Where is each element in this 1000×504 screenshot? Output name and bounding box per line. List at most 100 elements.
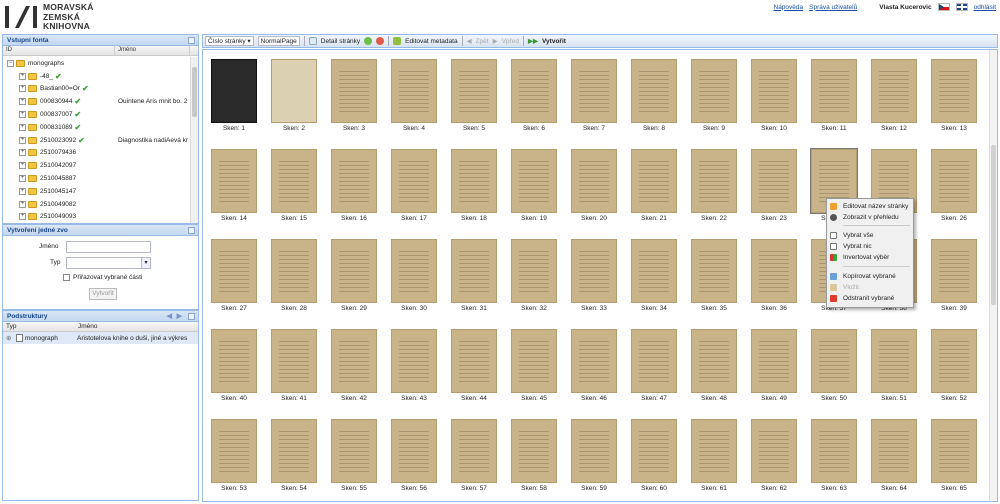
menu-item-select-all[interactable]: Vybrat vše xyxy=(827,230,913,241)
name-input[interactable] xyxy=(66,241,151,253)
scan-thumbnail[interactable] xyxy=(331,149,377,213)
tree-row[interactable]: +000831089 ✔ xyxy=(3,121,188,134)
forward-arrow-icon[interactable]: ▶ xyxy=(493,37,498,45)
tree-row[interactable]: +2510045147 xyxy=(3,185,188,198)
scan-thumbnail[interactable] xyxy=(451,419,497,483)
scan-thumbnail[interactable] xyxy=(451,239,497,303)
create-button[interactable]: Vytvořit xyxy=(542,38,566,45)
tree-row[interactable]: +2510049093 xyxy=(3,211,188,223)
scan-thumbnail[interactable] xyxy=(391,239,437,303)
scan-thumbnail[interactable] xyxy=(511,239,557,303)
create-arrows-icon[interactable]: ▶▶ xyxy=(528,37,538,45)
scan-thumbnail[interactable] xyxy=(391,59,437,123)
scan-thumbnail[interactable] xyxy=(391,149,437,213)
tree-row[interactable]: − monographs xyxy=(3,57,188,70)
scan-thumbnail[interactable] xyxy=(691,59,737,123)
scan-thumbnail[interactable] xyxy=(271,329,317,393)
refresh-icon[interactable] xyxy=(188,37,195,44)
menu-item-edit-page-name[interactable]: Editovat název stránky xyxy=(827,201,913,212)
scan-thumbnail[interactable] xyxy=(511,329,557,393)
edit-metadata-icon[interactable] xyxy=(393,37,402,45)
scan-thumbnail[interactable] xyxy=(451,149,497,213)
tree-row[interactable]: + -48_ ✔ xyxy=(3,70,188,83)
scan-thumbnail[interactable] xyxy=(511,149,557,213)
scan-thumbnail[interactable] xyxy=(931,419,977,483)
back-arrow-icon[interactable]: ◀ xyxy=(467,37,472,45)
chevron-down-icon[interactable]: ▾ xyxy=(141,258,150,268)
edit-metadata-button[interactable]: Editovat metadata xyxy=(405,38,457,45)
menu-item-select-none[interactable]: Vybrat nic xyxy=(827,241,913,252)
scan-thumbnail[interactable] xyxy=(571,329,617,393)
scan-thumbnail[interactable] xyxy=(571,239,617,303)
expand-icon[interactable]: + xyxy=(19,123,26,131)
magnifier-icon[interactable] xyxy=(308,37,317,45)
scan-thumbnail[interactable] xyxy=(451,59,497,123)
scan-thumbnail[interactable] xyxy=(691,419,737,483)
tree-row[interactable]: +2510023092 ✔ Diagnostika nadiAevá kr xyxy=(3,134,188,147)
expand-icon[interactable]: + xyxy=(19,200,26,208)
expand-icon[interactable]: + xyxy=(19,162,26,170)
scan-thumbnail[interactable] xyxy=(571,419,617,483)
back-button[interactable]: Zpět xyxy=(476,38,489,45)
czech-flag-icon[interactable] xyxy=(937,3,950,11)
expand-icon[interactable]: + xyxy=(19,175,26,183)
expand-icon[interactable]: + xyxy=(19,149,26,157)
menu-item-show-preview[interactable]: Zobrazit v přehledu xyxy=(827,212,913,223)
scan-thumbnail[interactable] xyxy=(331,59,377,123)
scan-thumbnail[interactable] xyxy=(751,419,797,483)
expand-icon[interactable]: + xyxy=(19,98,26,106)
scan-thumbnail[interactable] xyxy=(751,329,797,393)
scan-thumbnail[interactable] xyxy=(331,419,377,483)
scan-thumbnail[interactable] xyxy=(331,329,377,393)
collapse-icon[interactable]: − xyxy=(7,59,14,67)
scan-thumbnail[interactable] xyxy=(871,329,917,393)
expand-icon[interactable]: + xyxy=(19,111,26,119)
scan-thumbnail[interactable] xyxy=(811,419,857,483)
forward-button[interactable]: Vpřed xyxy=(502,38,519,45)
tree-row[interactable]: + Bastian00=Or ✔ xyxy=(3,83,188,96)
scan-thumbnail[interactable] xyxy=(571,149,617,213)
zoom-out-icon[interactable] xyxy=(376,37,385,45)
zoom-in-icon[interactable] xyxy=(364,37,373,45)
tree-row[interactable]: +000837007 ✔ xyxy=(3,108,188,121)
scan-thumbnail[interactable] xyxy=(871,59,917,123)
scan-thumbnail[interactable] xyxy=(511,419,557,483)
scan-thumbnail[interactable] xyxy=(931,149,977,213)
tree-row[interactable]: +2510042097 xyxy=(3,159,188,172)
type-select[interactable]: ▾ xyxy=(66,257,151,269)
scan-thumbnail[interactable] xyxy=(691,149,737,213)
col-id[interactable]: ID xyxy=(3,46,115,55)
scan-thumbnail[interactable] xyxy=(451,329,497,393)
tree-row[interactable]: +000830944 ✔ Ouintene Aris mnit bo. 2 xyxy=(3,95,188,108)
scan-thumbnail[interactable] xyxy=(631,59,677,123)
scan-thumbnail[interactable] xyxy=(211,419,257,483)
scan-thumbnail[interactable] xyxy=(811,329,857,393)
page-detail-button[interactable]: Detail stránky xyxy=(321,38,360,45)
scan-thumbnail[interactable] xyxy=(271,149,317,213)
scan-thumbnail[interactable] xyxy=(511,59,557,123)
scan-thumbnail[interactable] xyxy=(211,59,257,123)
page-number-combo[interactable]: Číslo stránky ▾ xyxy=(205,36,254,46)
scan-thumbnail[interactable] xyxy=(271,419,317,483)
user-management-link[interactable]: Správa uživatelů xyxy=(809,4,857,11)
scan-thumbnail[interactable] xyxy=(331,239,377,303)
expand-icon[interactable]: ⊕ xyxy=(6,334,14,342)
scan-thumbnail[interactable] xyxy=(211,329,257,393)
col-name[interactable]: Jméno xyxy=(115,46,190,55)
menu-item-delete-selected[interactable]: Odstranit vybrané xyxy=(827,293,913,304)
menu-item-invert-selection[interactable]: Invertovat výběr xyxy=(827,252,913,263)
scan-thumbnail[interactable] xyxy=(931,59,977,123)
expand-icon[interactable]: + xyxy=(19,213,26,221)
scan-thumbnail[interactable] xyxy=(631,419,677,483)
help-link[interactable]: Nápověda xyxy=(774,4,804,11)
scan-thumbnail[interactable] xyxy=(631,149,677,213)
expand-icon[interactable]: + xyxy=(19,85,26,93)
table-row[interactable]: ⊕ monograph Aristotelova knihe o duši, j… xyxy=(3,332,198,344)
scan-thumbnail[interactable] xyxy=(931,239,977,303)
page-type-combo[interactable]: NormalPage xyxy=(257,36,300,46)
arrow-left-icon[interactable]: ◀ xyxy=(167,312,172,320)
expand-icon[interactable]: + xyxy=(19,72,26,80)
expand-icon[interactable]: + xyxy=(19,187,26,195)
scan-thumbnail[interactable] xyxy=(271,239,317,303)
scan-thumbnail[interactable] xyxy=(751,59,797,123)
